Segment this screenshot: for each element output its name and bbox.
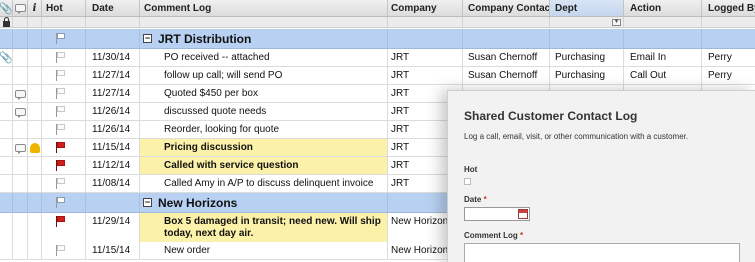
date-cell[interactable]: 11/12/14 [86, 157, 140, 174]
table-row[interactable]: 11/27/14 follow up call; will send PO JR… [0, 67, 755, 85]
action-cell[interactable]: Email In [624, 49, 702, 66]
comment-log-field: Comment Log * [464, 231, 755, 262]
reminder-bell-icon[interactable] [29, 142, 40, 153]
comment-cell[interactable]: follow up call; will send PO [140, 67, 388, 84]
date-cell[interactable]: 11/08/14 [86, 175, 140, 192]
comment-cell[interactable]: PO received -- attached [140, 49, 388, 66]
form-title: Shared Customer Contact Log [464, 109, 638, 123]
contact-cell[interactable]: Susan Chernoff [463, 49, 550, 66]
collapse-toggle-icon[interactable]: − [143, 34, 152, 43]
dept-cell[interactable]: Purchasing [550, 67, 624, 84]
red-flag-icon [56, 216, 66, 227]
comment-log-label: Comment Log [464, 231, 518, 240]
paperclip-icon: 📎 [0, 2, 13, 15]
date-cell[interactable]: 11/26/14 [86, 103, 140, 120]
required-marker: * [520, 231, 524, 240]
comment-log-textarea[interactable] [464, 243, 740, 262]
date-cell[interactable]: 11/26/14 [86, 121, 140, 138]
attachments-column-header[interactable]: 📎 [0, 0, 13, 16]
flag-icon [56, 52, 66, 63]
date-cell[interactable]: 11/27/14 [86, 67, 140, 84]
date-field: Date * [464, 195, 755, 221]
comment-log-column-header[interactable]: Comment Log [140, 0, 388, 16]
date-cell[interactable]: 11/15/14 [86, 139, 140, 156]
dept-column-header[interactable]: Dept [550, 0, 624, 16]
company-column-header[interactable]: Company [388, 0, 463, 16]
group-title: New Horizons [158, 195, 238, 210]
date-label: Date [464, 195, 482, 204]
group-row-jrt[interactable]: − JRT Distribution [0, 29, 755, 49]
comment-icon[interactable] [14, 107, 26, 118]
column-header-row: 📎 i Hot Date Comment Log Company Company… [0, 0, 755, 17]
info-icon: i [32, 2, 37, 14]
attachment-icon[interactable]: 📎 [0, 51, 12, 64]
group-title: JRT Distribution [158, 31, 252, 46]
flag-icon [56, 197, 66, 208]
comment-cell[interactable]: New order [140, 242, 388, 259]
comment-cell[interactable]: Called with service question [140, 157, 388, 174]
date-column-header[interactable]: Date [86, 0, 140, 16]
comment-icon [14, 4, 26, 14]
red-flag-icon [56, 160, 66, 171]
column-menu-dropdown-icon[interactable]: ▼ [612, 18, 621, 26]
red-flag-icon [56, 142, 66, 153]
collapse-toggle-icon[interactable]: − [143, 198, 152, 207]
lock-icon [2, 17, 10, 27]
comment-cell[interactable]: discussed quote needs [140, 103, 388, 120]
flag-icon [56, 245, 66, 256]
flag-icon [56, 70, 66, 81]
logged-by-cell[interactable]: Perry [702, 67, 755, 84]
contact-log-form-panel: Shared Customer Contact Log Log a call, … [447, 90, 755, 262]
dept-cell[interactable]: Purchasing [550, 49, 624, 66]
flag-icon [56, 106, 66, 117]
contact-cell[interactable]: Susan Chernoff [463, 67, 550, 84]
comment-cell[interactable]: Reorder, looking for quote [140, 121, 388, 138]
date-input[interactable] [464, 207, 530, 221]
hot-field: Hot [464, 165, 755, 185]
comment-cell[interactable]: Called Amy in A/P to discuss delinquent … [140, 175, 388, 192]
company-cell[interactable]: JRT [388, 67, 463, 84]
action-cell[interactable]: Call Out [624, 67, 702, 84]
flag-icon [56, 33, 66, 44]
company-cell[interactable]: JRT [388, 49, 463, 66]
flag-icon [56, 178, 66, 189]
required-marker: * [483, 195, 487, 204]
hot-column-header[interactable]: Hot [42, 0, 86, 16]
flag-icon [56, 124, 66, 135]
logged-by-cell[interactable]: Perry [702, 49, 755, 66]
action-column-header[interactable]: Action [624, 0, 702, 16]
date-cell[interactable]: 11/27/14 [86, 85, 140, 102]
table-row[interactable]: 📎 11/30/14 PO received -- attached JRT S… [0, 49, 755, 67]
calendar-icon[interactable] [518, 209, 528, 219]
comment-cell[interactable]: Pricing discussion [140, 139, 388, 156]
company-contact-column-header[interactable]: Company Contact [463, 0, 550, 16]
comment-cell[interactable]: Quoted $450 per box [140, 85, 388, 102]
logged-by-column-header[interactable]: Logged By [702, 0, 755, 16]
info-column-header[interactable]: i [28, 0, 42, 16]
date-cell[interactable]: 11/15/14 [86, 242, 140, 259]
flag-icon [56, 88, 66, 99]
hot-checkbox[interactable] [464, 178, 471, 185]
comment-icon[interactable] [14, 89, 26, 100]
comment-icon[interactable] [14, 143, 26, 154]
form-description: Log a call, email, visit, or other commu… [464, 132, 689, 141]
header-subrow: ▼ [0, 17, 755, 28]
comments-column-header[interactable] [13, 0, 28, 16]
hot-label: Hot [464, 165, 478, 174]
date-cell[interactable]: 11/30/14 [86, 49, 140, 66]
